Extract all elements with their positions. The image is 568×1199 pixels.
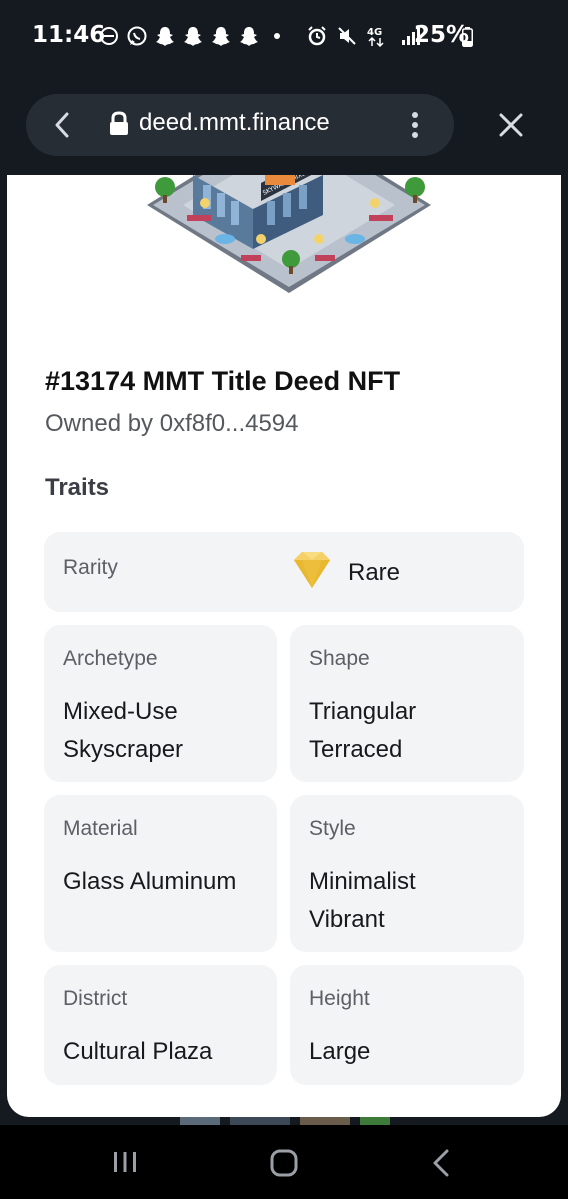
- nft-title: #13174 MMT Title Deed NFT: [45, 366, 401, 396]
- svg-text:4G: 4G: [367, 27, 382, 38]
- snapchat-icon: [238, 25, 260, 47]
- back-arrow-icon[interactable]: [50, 111, 76, 139]
- diamond-icon: [294, 552, 330, 588]
- snapchat-icon: [210, 25, 232, 47]
- trait-label: Material: [63, 817, 138, 840]
- 4g-icon: 4G: [366, 25, 392, 47]
- whatsapp-icon: [126, 25, 148, 47]
- trait-value: Triangular Terraced: [309, 698, 417, 763]
- trait-card-style: Style Minimalist Vibrant: [290, 795, 524, 952]
- building-image: SKYWARD MIXED TOWER: [147, 175, 431, 293]
- trait-value: Mixed-Use Skyscraper: [63, 698, 184, 763]
- system-icons: 4G: [306, 25, 422, 47]
- trait-label: Height: [309, 987, 370, 1010]
- trait-label: Style: [309, 817, 356, 840]
- notification-icons: [98, 25, 288, 47]
- close-icon[interactable]: [496, 110, 526, 140]
- snapchat-icon: [182, 25, 204, 47]
- trait-value: Minimalist Vibrant: [309, 868, 416, 933]
- trait-label: Rarity: [63, 556, 118, 579]
- owner-text[interactable]: Owned by 0xf8f0...4594: [45, 410, 299, 438]
- trait-label: District: [63, 987, 128, 1010]
- home-icon[interactable]: [270, 1149, 298, 1177]
- trait-card-district: District Cultural Plaza: [44, 965, 277, 1085]
- trait-card-shape: Shape Triangular Terraced: [290, 625, 524, 782]
- trait-card-material: Material Glass Aluminum: [44, 795, 277, 952]
- nft-detail-sheet: SKYWARD MIXED TOWER #13174 MMT Title Dee…: [7, 175, 561, 1117]
- back-icon[interactable]: [432, 1149, 450, 1177]
- traits-heading: Traits: [45, 474, 110, 501]
- trait-card-height: Height Large: [290, 965, 524, 1085]
- navigation-bar: [0, 1125, 568, 1199]
- trait-card-rarity: Rarity Rare: [44, 532, 524, 612]
- lock-icon: [108, 111, 130, 137]
- recents-icon[interactable]: [113, 1151, 137, 1173]
- trait-label: Shape: [309, 647, 370, 670]
- more-vert-icon[interactable]: [408, 110, 422, 140]
- trait-card-archetype: Archetype Mixed-Use Skyscraper: [44, 625, 277, 782]
- status-bar: 11:46 4G 25%: [0, 0, 568, 76]
- trait-value: Glass Aluminum: [63, 868, 237, 895]
- do-not-disturb-icon: [98, 25, 120, 47]
- mute-icon: [336, 25, 358, 47]
- trait-value: Large: [309, 1038, 371, 1065]
- background-image-strip: [180, 1117, 390, 1125]
- trait-value: Rare: [348, 559, 401, 586]
- snapchat-icon: [154, 25, 176, 47]
- battery-icon: [462, 27, 473, 47]
- trait-label: Archetype: [63, 647, 158, 670]
- url-text[interactable]: deed.mmt.finance: [139, 109, 330, 137]
- status-time: 11:46: [32, 22, 106, 48]
- alarm-icon: [306, 25, 328, 47]
- dot-icon: [266, 25, 288, 47]
- address-bar[interactable]: deed.mmt.finance: [26, 94, 454, 156]
- battery-percent: 25%: [414, 22, 470, 48]
- trait-value: Cultural Plaza: [63, 1038, 213, 1065]
